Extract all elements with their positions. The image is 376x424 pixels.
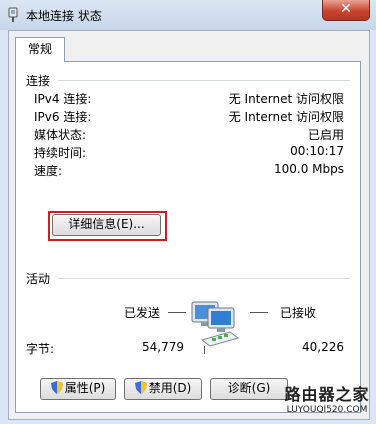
sent-label: 已发送	[124, 306, 161, 320]
diagnose-button-label: 诊断(G)	[227, 381, 271, 395]
disable-button[interactable]: 禁用(D)	[124, 378, 202, 400]
activity-section-title: 活动	[26, 272, 51, 286]
bytes-label: 字节:	[26, 342, 55, 356]
general-panel: 连接 IPv4 连接: 无 Internet 访问权限 IPv6 连接: 无 I…	[15, 61, 361, 413]
media-state-value: 已启用	[307, 128, 344, 142]
ipv4-label: IPv4 连接:	[34, 92, 92, 106]
details-button-label: 详细信息(E)...	[68, 217, 145, 231]
speed-label: 速度:	[34, 164, 63, 178]
network-computers-icon	[191, 301, 240, 354]
tab-general[interactable]: 常规	[15, 37, 65, 62]
properties-button-label: 属性(P)	[64, 381, 106, 395]
connection-divider	[58, 80, 350, 81]
bytes-received-value: 40,226	[302, 340, 344, 354]
duration-label: 持续时间:	[34, 146, 87, 160]
ipv6-value: 无 Internet 访问权限	[228, 110, 344, 124]
sent-line	[168, 312, 186, 313]
tab-general-label: 常规	[27, 42, 52, 56]
received-label: 已接收	[280, 306, 317, 320]
activity-divider	[58, 278, 350, 279]
network-adapter-icon	[8, 7, 18, 22]
connection-section-title: 连接	[26, 74, 51, 88]
details-button[interactable]: 详细信息(E)...	[52, 214, 161, 236]
disable-button-label: 禁用(D)	[148, 381, 192, 395]
close-icon: ✕	[340, 1, 352, 17]
title-bar: 本地连接 状态 ✕	[0, 0, 376, 30]
properties-button[interactable]: 属性(P)	[40, 378, 116, 400]
received-line	[250, 312, 268, 313]
site-watermark: 路由器之家 LUYOUQI520.COM	[282, 381, 372, 421]
dialog-body: 常规 连接 IPv4 连接: 无 Internet 访问权限 IPv6 连接: …	[8, 30, 370, 420]
close-button[interactable]: ✕	[322, 0, 370, 21]
duration-value: 00:10:17	[290, 144, 344, 158]
window-title: 本地连接 状态	[26, 9, 102, 23]
watermark-title: 路由器之家	[284, 385, 370, 404]
watermark-url: LUYOUQI520.COM	[286, 405, 368, 415]
uac-shield-icon	[134, 381, 147, 394]
ipv4-value: 无 Internet 访问权限	[228, 92, 344, 106]
uac-shield-icon	[50, 381, 63, 394]
media-state-label: 媒体状态:	[34, 128, 87, 142]
speed-value: 100.0 Mbps	[273, 162, 344, 176]
ipv6-label: IPv6 连接:	[34, 110, 92, 124]
diagnose-button[interactable]: 诊断(G)	[210, 378, 288, 400]
bytes-sent-value: 54,779	[142, 340, 184, 354]
